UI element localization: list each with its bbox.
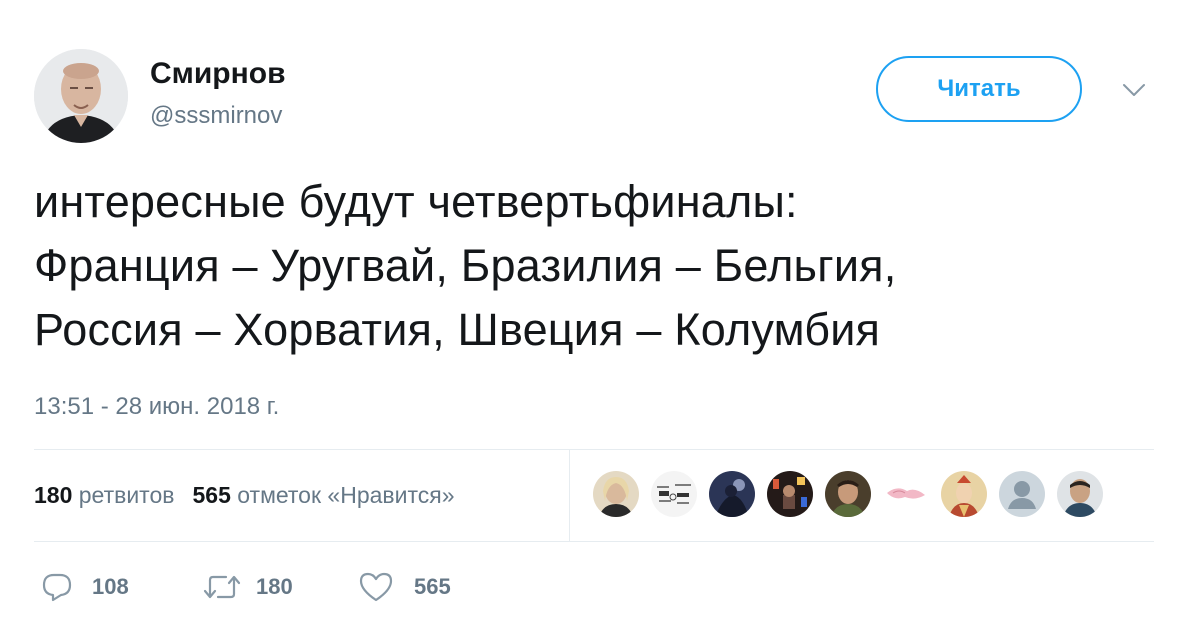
user-handle[interactable]: @sssmirnov bbox=[150, 101, 282, 131]
liker-avatar[interactable] bbox=[941, 471, 987, 517]
tweet-text-line: интересные будут четвертьфиналы: bbox=[34, 176, 798, 227]
likes-label: отметок «Нравится» bbox=[237, 482, 455, 508]
liker-avatar[interactable] bbox=[999, 471, 1045, 517]
retweet-icon bbox=[203, 575, 241, 599]
like-button[interactable]: 565 bbox=[358, 570, 468, 604]
tweet-text-line: Франция – Уругвай, Бразилия – Бельгия, bbox=[34, 240, 897, 291]
liker-avatar[interactable] bbox=[709, 471, 755, 517]
divider bbox=[34, 541, 1154, 542]
chevron-down-icon[interactable] bbox=[1120, 78, 1148, 102]
tweet-card: Смирнов @sssmirnov Читать интересные буд… bbox=[0, 0, 1190, 638]
retweets-label: ретвитов bbox=[78, 482, 175, 508]
avatar[interactable] bbox=[34, 49, 128, 143]
vertical-divider bbox=[569, 449, 570, 541]
retweets-count: 180 bbox=[34, 482, 73, 508]
retweet-count: 180 bbox=[256, 574, 293, 599]
retweets-stat[interactable]: 180 ретвитов bbox=[34, 482, 174, 508]
like-count: 565 bbox=[414, 574, 451, 599]
engagement-stats: 180 ретвитов 565 отметок «Нравится» bbox=[34, 478, 455, 512]
liker-avatar[interactable] bbox=[1057, 471, 1103, 517]
likes-stat[interactable]: 565 отметок «Нравится» bbox=[192, 482, 454, 508]
liker-avatar[interactable] bbox=[883, 471, 929, 517]
tweet-text-line: Россия – Хорватия, Швеция – Колумбия bbox=[34, 304, 881, 355]
liker-avatar[interactable] bbox=[651, 471, 697, 517]
liker-avatar[interactable] bbox=[593, 471, 639, 517]
liker-avatar[interactable] bbox=[825, 471, 871, 517]
tweet-text: интересные будут четвертьфиналы: Франция… bbox=[34, 170, 1154, 362]
heart-icon bbox=[359, 572, 393, 602]
timestamp[interactable]: 13:51 - 28 июн. 2018 г. bbox=[34, 392, 279, 422]
retweet-button[interactable]: 180 bbox=[202, 570, 312, 604]
likes-count: 565 bbox=[192, 482, 231, 508]
reply-button[interactable]: 108 bbox=[40, 570, 140, 604]
reply-count: 108 bbox=[92, 574, 129, 599]
display-name[interactable]: Смирнов bbox=[150, 56, 286, 92]
follow-button[interactable]: Читать bbox=[876, 56, 1082, 122]
avatar-image bbox=[34, 49, 128, 143]
liker-avatar[interactable] bbox=[767, 471, 813, 517]
reply-icon bbox=[42, 573, 72, 602]
divider bbox=[34, 449, 1154, 450]
